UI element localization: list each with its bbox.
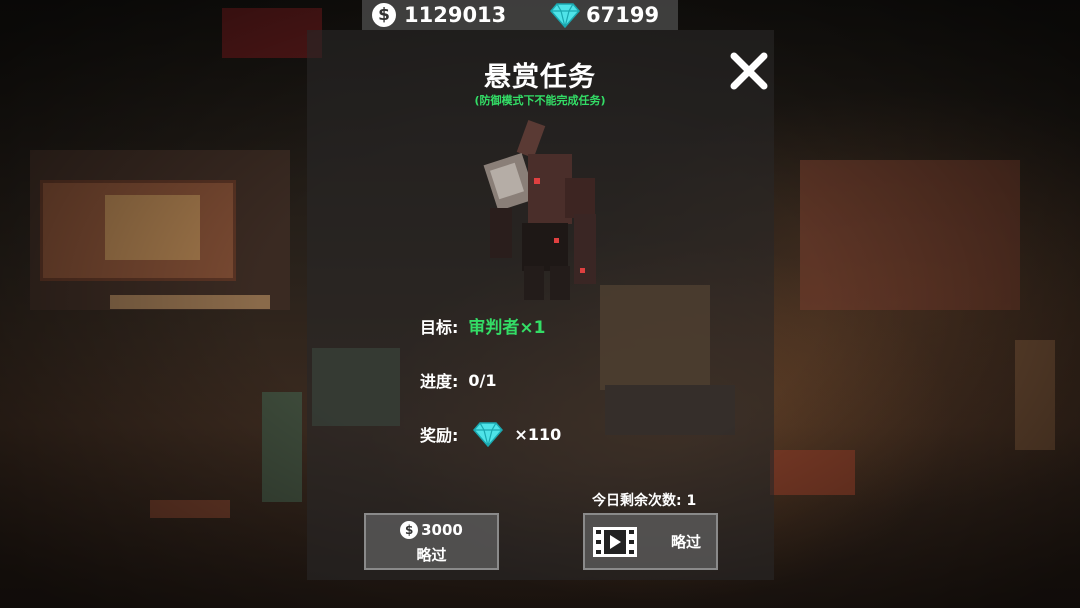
dollar-coin-icon: $ <box>372 3 396 27</box>
target-row: 目标: 审判者×1 <box>420 313 546 339</box>
panel-title: 悬赏任务 <box>484 62 596 93</box>
dollar-coin-icon: $ <box>400 521 419 539</box>
skip-coins-button[interactable]: $ 3000 略过 <box>364 513 499 570</box>
remaining-attempts: 今日剩余次数: 1 <box>592 493 697 509</box>
reward-row: 奖励: ×110 <box>420 421 561 447</box>
diamond-gem-icon <box>473 422 504 447</box>
skip-cost: $ 3000 <box>366 521 497 539</box>
gem-counter: 67199 <box>550 2 659 28</box>
diamond-gem-icon <box>550 3 580 28</box>
skip-coins-label: 略过 <box>416 546 447 564</box>
skip-cost-amount: 3000 <box>421 521 463 539</box>
boss-judge-preview <box>483 119 596 300</box>
target-value: 审判者×1 <box>468 318 546 338</box>
panel-subtitle: (防御模式下不能完成任务) <box>474 94 606 107</box>
skip-video-button[interactable]: 略过 <box>583 513 718 570</box>
reward-label: 奖励: <box>420 426 459 445</box>
gem-amount: 67199 <box>586 3 660 27</box>
progress-value: 0/1 <box>468 370 497 390</box>
coin-counter: $ 1129013 <box>372 3 550 27</box>
reward-value: ×110 <box>514 424 562 444</box>
progress-row: 进度: 0/1 <box>420 368 497 392</box>
skip-video-label: 略过 <box>671 533 702 551</box>
currency-bar: $ 1129013 67199 <box>362 0 678 30</box>
close-x-icon[interactable] <box>728 50 770 92</box>
target-label: 目标: <box>420 317 459 337</box>
coin-amount: 1129013 <box>404 3 507 27</box>
progress-label: 进度: <box>420 372 459 391</box>
film-strip-icon <box>593 526 637 557</box>
